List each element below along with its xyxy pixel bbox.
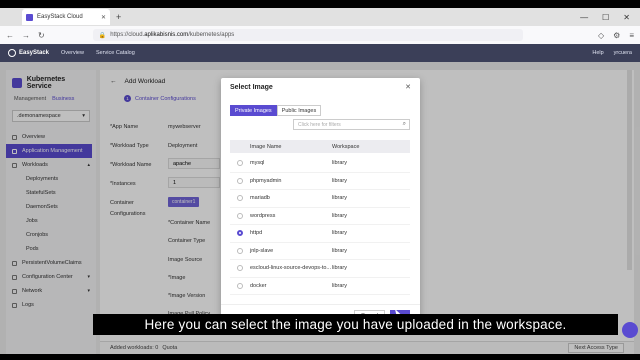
- radio-button[interactable]: [237, 195, 243, 202]
- image-workspace: library: [332, 282, 347, 289]
- radio-button[interactable]: [237, 160, 243, 167]
- tab-public-images[interactable]: Public Images: [276, 105, 322, 116]
- reload-icon[interactable]: ↻: [38, 31, 45, 40]
- table-row[interactable]: escloud-linux-source-devops-to... library: [230, 260, 410, 278]
- header-right: Help yrcuera: [592, 50, 632, 56]
- radio-button[interactable]: [237, 265, 243, 272]
- close-window-icon[interactable]: ✕: [623, 13, 630, 22]
- help-fab-icon[interactable]: [622, 322, 638, 338]
- radio-button[interactable]: [237, 212, 243, 219]
- brand-name: EasyStack: [19, 50, 50, 56]
- radio-button[interactable]: [237, 177, 243, 184]
- image-tabs: Private Images Public Images: [230, 105, 322, 116]
- image-name: mysql: [250, 160, 265, 167]
- browser-tab-bar: EasyStack Cloud ✕ + — ☐ ✕: [0, 8, 640, 26]
- table-row[interactable]: mysql library: [230, 155, 410, 173]
- browser-tab-title: EasyStack Cloud: [37, 14, 83, 20]
- image-name: jnlp-slave: [250, 247, 274, 254]
- radio-cell: [230, 282, 250, 289]
- nav-service-catalog[interactable]: Service Catalog: [96, 50, 135, 56]
- url-path: /kubernetes/apps: [188, 32, 235, 38]
- filter-placeholder: Click here for filters: [298, 121, 341, 128]
- brand-logo-icon: [8, 49, 16, 57]
- address-bar[interactable]: 🔒 https://cloud.aplikabisnis.com/kuberne…: [92, 29, 523, 41]
- radio-cell: [230, 265, 250, 272]
- column-image-name: Image Name: [250, 143, 282, 150]
- image-name: httpd: [250, 230, 263, 237]
- select-image-dialog: Select Image ✕ Private Images Public Ima…: [221, 78, 420, 326]
- url-prefix: https://cloud.: [110, 32, 145, 38]
- image-name: wordpress: [250, 212, 276, 219]
- column-workspace: Workspace: [332, 143, 360, 150]
- radio-cell: [230, 212, 250, 219]
- image-workspace: library: [332, 265, 347, 272]
- image-workspace: library: [332, 195, 347, 202]
- radio-cell: [230, 195, 250, 202]
- radio-cell: [230, 177, 250, 184]
- new-tab-icon[interactable]: +: [116, 12, 121, 22]
- lock-icon: 🔒: [98, 32, 107, 39]
- screen: EasyStack Cloud ✕ + — ☐ ✕ ← → ↻ 🔒 https:…: [0, 8, 640, 354]
- table-header: Image Name Workspace: [230, 140, 410, 153]
- radio-button[interactable]: [237, 247, 243, 254]
- browser-tab[interactable]: EasyStack Cloud ✕: [22, 9, 110, 25]
- close-icon[interactable]: ✕: [405, 83, 411, 91]
- favicon-icon: [26, 13, 33, 21]
- browser-toolbar-icons: ◇ ⚙ ≡: [598, 31, 634, 40]
- image-workspace: library: [332, 177, 347, 184]
- forward-icon[interactable]: →: [22, 31, 30, 40]
- brand-logo[interactable]: EasyStack: [8, 49, 49, 57]
- window-controls: — ☐ ✕: [580, 13, 640, 22]
- app-header: EasyStack Overview Service Catalog Help …: [0, 44, 640, 62]
- image-workspace: library: [332, 160, 347, 167]
- minimize-icon[interactable]: —: [580, 13, 588, 22]
- table-row[interactable]: docker library: [230, 278, 410, 295]
- image-workspace: library: [332, 230, 347, 237]
- table-row[interactable]: wordpress library: [230, 208, 410, 225]
- image-name: phpmyadmin: [250, 177, 282, 184]
- image-name: mariadb: [250, 195, 270, 202]
- extensions-icon[interactable]: ⚙: [613, 31, 620, 40]
- search-icon[interactable]: ⌕: [403, 121, 406, 128]
- table-row[interactable]: httpd library: [230, 225, 410, 243]
- url-domain: aplikabisnis.com: [144, 32, 189, 38]
- table-row[interactable]: mariadb library: [230, 190, 410, 208]
- radio-button[interactable]: [237, 282, 243, 289]
- browser-nav-bar: ← → ↻ 🔒 https://cloud.aplikabisnis.com/k…: [0, 26, 640, 44]
- help-menu[interactable]: Help: [592, 50, 603, 56]
- back-icon[interactable]: ←: [6, 31, 14, 40]
- radio-button[interactable]: [237, 230, 243, 237]
- radio-cell: [230, 160, 250, 167]
- image-workspace: library: [332, 247, 347, 254]
- filter-input[interactable]: Click here for filters ⌕: [293, 119, 410, 130]
- nav-overview[interactable]: Overview: [61, 50, 84, 56]
- dialog-header: Select Image ✕: [221, 78, 420, 96]
- close-tab-icon[interactable]: ✕: [101, 14, 106, 21]
- radio-cell: [230, 247, 250, 254]
- image-table-body: mysql library phpmyadmin library mariadb libr…: [230, 155, 410, 295]
- maximize-icon[interactable]: ☐: [602, 13, 609, 22]
- pocket-icon[interactable]: ◇: [598, 31, 604, 40]
- radio-cell: [230, 230, 250, 237]
- subtitle-caption: Here you can select the image you have u…: [93, 314, 618, 335]
- user-menu[interactable]: yrcuera: [614, 50, 632, 56]
- tab-private-images[interactable]: Private Images: [230, 105, 277, 116]
- image-workspace: library: [332, 212, 347, 219]
- table-row[interactable]: jnlp-slave library: [230, 243, 410, 260]
- image-name: escloud-linux-source-devops-to...: [250, 265, 332, 272]
- menu-icon[interactable]: ≡: [629, 31, 634, 40]
- image-name: docker: [250, 282, 267, 289]
- table-row[interactable]: phpmyadmin library: [230, 173, 410, 190]
- dialog-title: Select Image: [230, 83, 273, 91]
